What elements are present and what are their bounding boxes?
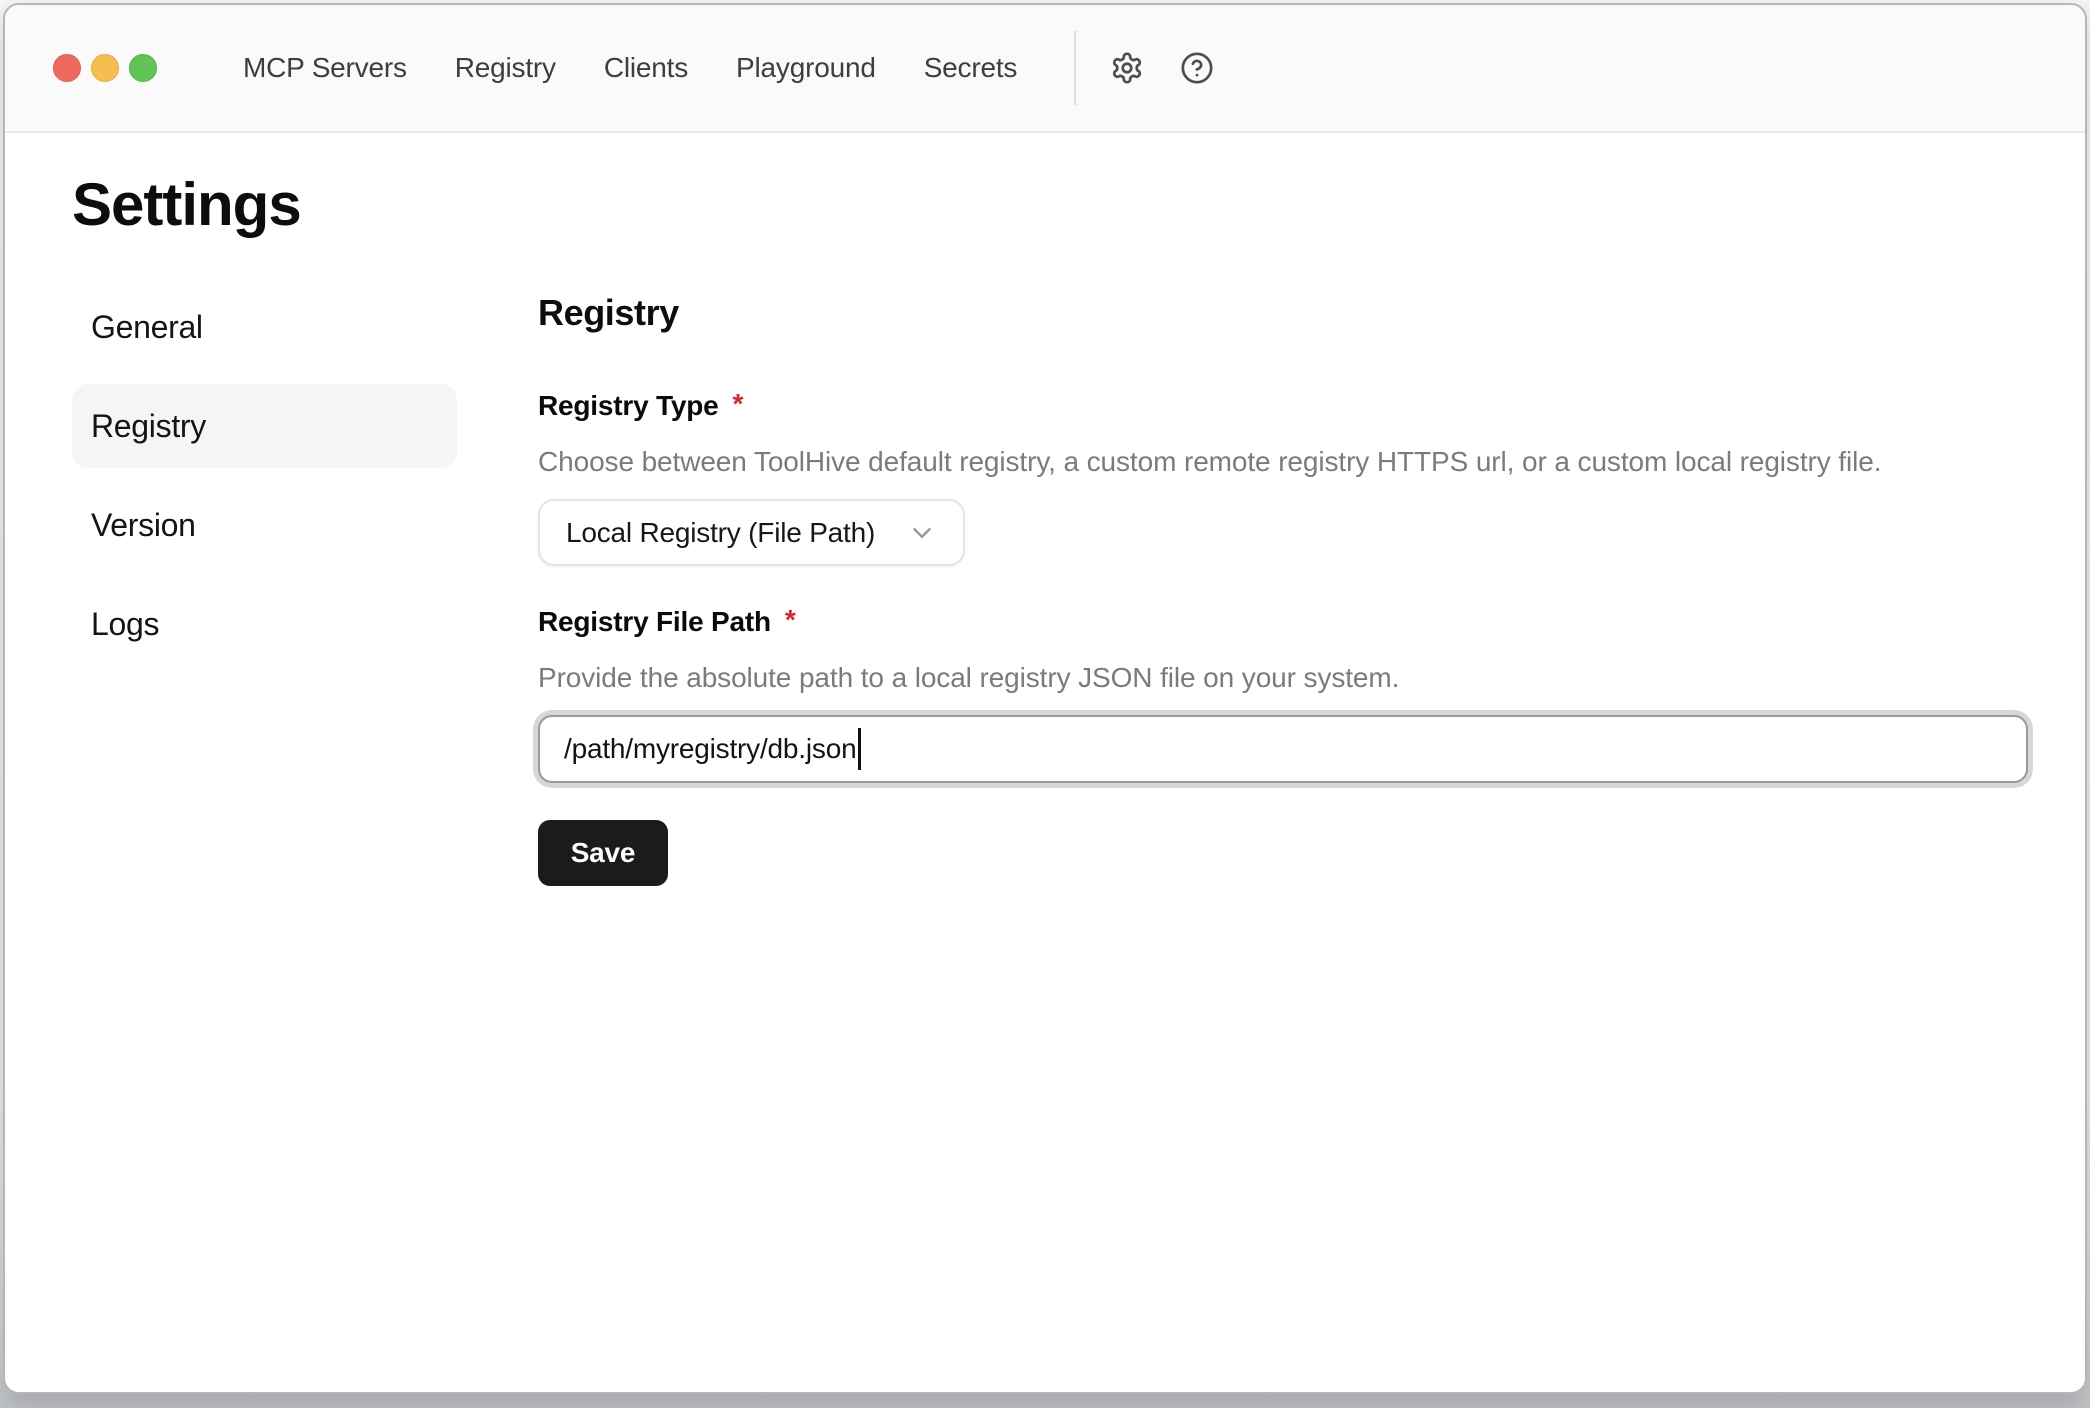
- nav-item-clients[interactable]: Clients: [604, 52, 688, 84]
- sidebar-item-general[interactable]: General: [72, 285, 457, 369]
- page-title: Settings: [72, 169, 2018, 241]
- nav-item-playground[interactable]: Playground: [736, 52, 876, 84]
- registry-file-path-value: /path/myregistry/db.json: [564, 733, 856, 765]
- nav-item-mcp-servers[interactable]: MCP Servers: [243, 52, 407, 84]
- help-button[interactable]: [1180, 51, 1214, 85]
- registry-file-path-description: Provide the absolute path to a local reg…: [538, 661, 2028, 695]
- registry-type-selected-value: Local Registry (File Path): [566, 517, 875, 549]
- registry-type-description: Choose between ToolHive default registry…: [538, 445, 2028, 479]
- registry-settings-panel: Registry Registry Type * Choose between …: [538, 285, 2028, 886]
- registry-file-path-input[interactable]: /path/myregistry/db.json: [538, 715, 2028, 783]
- chevron-down-icon: [907, 518, 937, 548]
- titlebar: MCP Servers Registry Clients Playground …: [5, 5, 2085, 133]
- registry-type-field: Registry Type * Choose between ToolHive …: [538, 389, 2028, 566]
- settings-button[interactable]: [1110, 51, 1144, 85]
- sidebar-item-registry[interactable]: Registry: [72, 384, 457, 468]
- nav-item-registry[interactable]: Registry: [455, 52, 556, 84]
- save-button[interactable]: Save: [538, 820, 668, 886]
- sidebar-item-version[interactable]: Version: [72, 483, 457, 567]
- text-cursor: [858, 728, 861, 770]
- help-icon: [1180, 51, 1214, 85]
- nav-item-secrets[interactable]: Secrets: [924, 52, 1018, 84]
- traffic-lights: [53, 54, 157, 82]
- zoom-window-button[interactable]: [129, 54, 157, 82]
- required-asterisk: *: [785, 605, 796, 635]
- top-nav: MCP Servers Registry Clients Playground …: [243, 52, 1017, 84]
- sidebar-item-logs[interactable]: Logs: [72, 582, 457, 666]
- registry-file-path-label: Registry File Path: [538, 605, 771, 639]
- app-window: MCP Servers Registry Clients Playground …: [3, 3, 2087, 1394]
- section-title: Registry: [538, 291, 2028, 335]
- gear-icon: [1110, 51, 1144, 85]
- required-asterisk: *: [733, 389, 744, 419]
- titlebar-divider: [1074, 31, 1076, 105]
- titlebar-icons: [1110, 51, 1214, 85]
- registry-type-select[interactable]: Local Registry (File Path): [538, 499, 965, 566]
- settings-page: Settings General Registry Version Logs R…: [5, 133, 2085, 886]
- minimize-window-button[interactable]: [91, 54, 119, 82]
- registry-type-label: Registry Type: [538, 389, 719, 423]
- settings-sidebar: General Registry Version Logs: [72, 285, 457, 886]
- registry-file-path-field: Registry File Path * Provide the absolut…: [538, 605, 2028, 783]
- close-window-button[interactable]: [53, 54, 81, 82]
